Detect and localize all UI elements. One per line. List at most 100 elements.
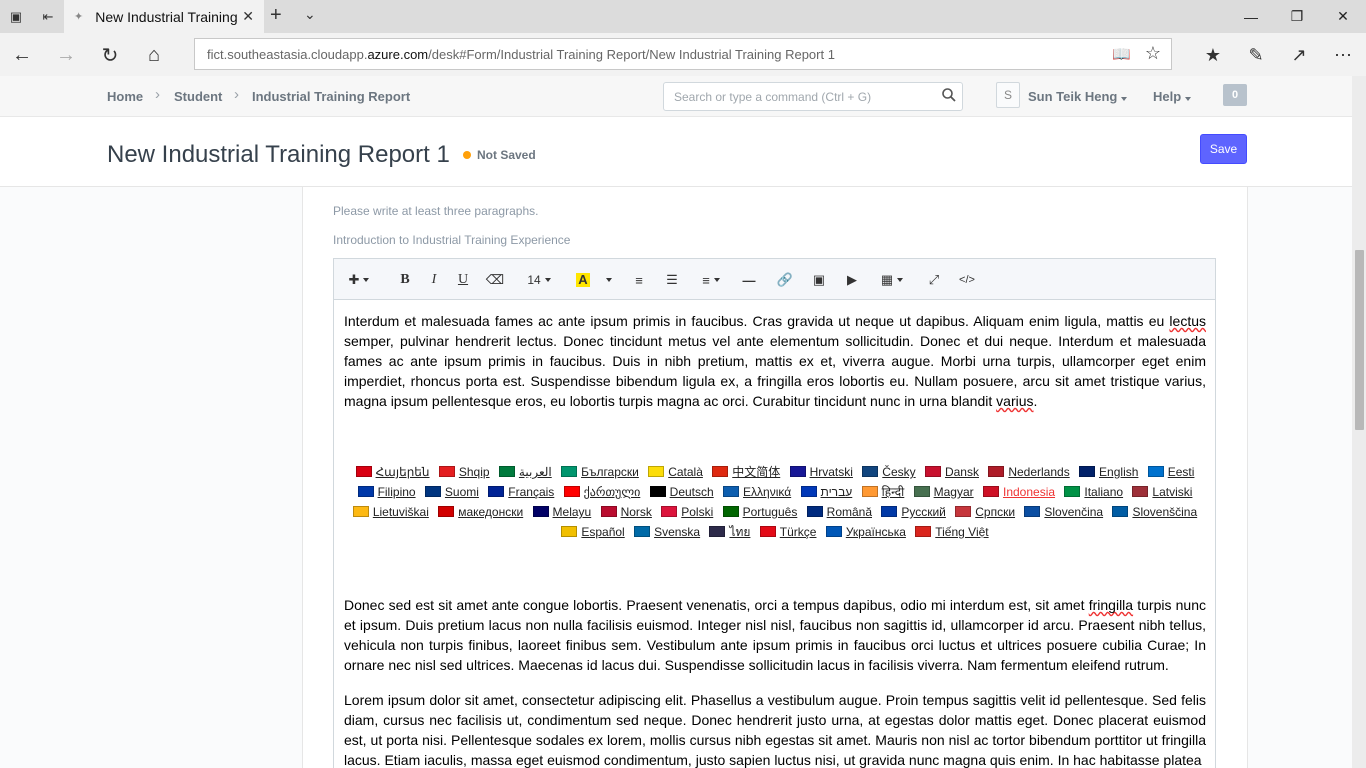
new-tab-icon[interactable]: + (270, 4, 282, 27)
language-label[interactable]: Svenska (654, 525, 700, 539)
language-link[interactable]: Español (561, 522, 625, 542)
language-link[interactable]: Svenska (634, 522, 700, 542)
table-icon[interactable]: ▦ (876, 268, 908, 292)
favorites-hub-icon[interactable]: ★ (1197, 39, 1229, 71)
search-input[interactable]: Search or type a command (Ctrl + G) (663, 82, 963, 111)
language-label[interactable]: Deutsch (670, 485, 714, 499)
language-label[interactable]: Српски (975, 505, 1015, 519)
bold-icon[interactable]: B (394, 268, 416, 292)
language-label[interactable]: Português (743, 505, 798, 519)
language-link[interactable]: Melayu (532, 502, 592, 522)
language-link[interactable]: Norsk (600, 502, 652, 522)
underline-icon[interactable]: U (452, 268, 474, 292)
language-label[interactable]: Català (668, 465, 703, 479)
language-link[interactable]: Nederlands (988, 462, 1070, 482)
language-label[interactable]: Latviski (1152, 485, 1192, 499)
breadcrumb-home[interactable]: Home (107, 89, 143, 104)
language-link[interactable]: ქართული (563, 482, 641, 502)
language-label[interactable]: македонски (458, 505, 523, 519)
language-link[interactable]: Türkçe (759, 522, 817, 542)
language-label[interactable]: 中文简体 (732, 465, 780, 479)
language-label[interactable]: Русский (901, 505, 946, 519)
tab-close-icon[interactable]: ✕ (242, 8, 254, 25)
set-aside-tabs-icon[interactable]: ⇤ (32, 0, 64, 33)
language-label[interactable]: Dansk (945, 465, 979, 479)
language-link[interactable]: Magyar (913, 482, 974, 502)
fullscreen-icon[interactable]: ⤢ (923, 268, 945, 292)
language-link[interactable]: 中文简体 (712, 462, 780, 482)
image-icon[interactable]: ▣ (808, 268, 830, 292)
language-link[interactable]: हिन्दी (861, 482, 905, 502)
language-link[interactable]: Latviski (1132, 482, 1192, 502)
language-label[interactable]: Filipino (378, 485, 416, 499)
language-link[interactable]: Српски (955, 502, 1015, 522)
tab-manager-icon[interactable]: ▣ (0, 0, 32, 33)
language-label[interactable]: Norsk (621, 505, 652, 519)
highlight-icon[interactable]: A (572, 268, 594, 292)
save-button[interactable]: Save (1200, 134, 1247, 164)
avatar[interactable]: S (996, 82, 1020, 108)
language-link[interactable]: Česky (862, 462, 916, 482)
breadcrumb-report[interactable]: Industrial Training Report (252, 89, 410, 104)
language-link[interactable]: Українська (825, 522, 906, 542)
language-link[interactable]: македонски (438, 502, 523, 522)
numbered-list-icon[interactable]: ☰ (661, 268, 683, 292)
language-label[interactable]: Tiếng Việt (935, 525, 988, 539)
notification-badge[interactable]: 0 (1223, 84, 1247, 106)
highlight-dropdown-icon[interactable] (598, 268, 616, 292)
language-link[interactable]: Hrvatski (789, 462, 853, 482)
language-link[interactable]: Eesti (1147, 462, 1195, 482)
back-icon[interactable]: ← (6, 39, 38, 71)
language-label[interactable]: עברית (821, 485, 853, 499)
language-link[interactable]: Français (488, 482, 554, 502)
language-link[interactable]: English (1079, 462, 1138, 482)
language-link[interactable]: Slovenščina (1112, 502, 1197, 522)
reading-view-icon[interactable]: 📖 (1112, 45, 1131, 63)
language-label[interactable]: Indonesia (1003, 485, 1055, 499)
magic-icon[interactable]: ✚ (342, 268, 376, 292)
refresh-icon[interactable]: ↻ (94, 39, 126, 71)
bulleted-list-icon[interactable]: ≡ (628, 268, 650, 292)
code-view-icon[interactable]: </> (955, 268, 979, 292)
language-label[interactable]: Հայերեն (376, 465, 430, 479)
language-link[interactable]: Shqip (438, 462, 490, 482)
user-menu[interactable]: Sun Teik Heng (1028, 89, 1128, 104)
browser-tab[interactable]: ✦ New Industrial Training ✕ (64, 0, 264, 33)
language-link[interactable]: Dansk (924, 462, 979, 482)
language-link[interactable]: Русский (881, 502, 946, 522)
page-scrollbar[interactable] (1352, 76, 1366, 768)
search-icon[interactable] (942, 88, 956, 102)
language-link[interactable]: Suomi (424, 482, 479, 502)
italic-icon[interactable]: I (423, 268, 445, 292)
language-label[interactable]: Česky (882, 465, 915, 479)
language-label[interactable]: ไทย (729, 525, 750, 539)
language-label[interactable]: Українська (846, 525, 906, 539)
share-icon[interactable]: ↗ (1283, 39, 1315, 71)
language-label[interactable]: Türkçe (780, 525, 817, 539)
language-label[interactable]: ქართული (584, 485, 641, 499)
language-label[interactable]: Hrvatski (810, 465, 853, 479)
language-label[interactable]: Français (508, 485, 554, 499)
language-link[interactable]: Polski (661, 502, 713, 522)
language-label[interactable]: Română (827, 505, 872, 519)
language-label[interactable]: Polski (681, 505, 713, 519)
language-label[interactable]: हिन्दी (882, 485, 905, 499)
home-icon[interactable]: ⌂ (138, 39, 170, 71)
language-label[interactable]: Български (581, 465, 639, 479)
restore-icon[interactable]: ❐ (1274, 0, 1320, 33)
language-link[interactable]: Català (648, 462, 703, 482)
align-icon[interactable]: ≡ (696, 268, 726, 292)
language-label[interactable]: English (1099, 465, 1138, 479)
address-bar[interactable]: fict.southeastasia.cloudapp. azure.com/de… (194, 38, 1172, 70)
link-icon[interactable]: 🔗 (774, 268, 796, 292)
language-link[interactable]: Filipino (357, 482, 416, 502)
more-icon[interactable]: ⋯ (1327, 39, 1359, 71)
language-label[interactable]: Slovenščina (1132, 505, 1197, 519)
forward-icon[interactable]: → (50, 39, 82, 71)
help-menu[interactable]: Help (1153, 89, 1192, 104)
language-link[interactable]: Български (561, 462, 639, 482)
horizontal-rule-icon[interactable]: — (738, 268, 760, 292)
language-label[interactable]: Eesti (1168, 465, 1195, 479)
language-link[interactable]: Indonesia (982, 482, 1055, 502)
language-label[interactable]: Melayu (553, 505, 592, 519)
